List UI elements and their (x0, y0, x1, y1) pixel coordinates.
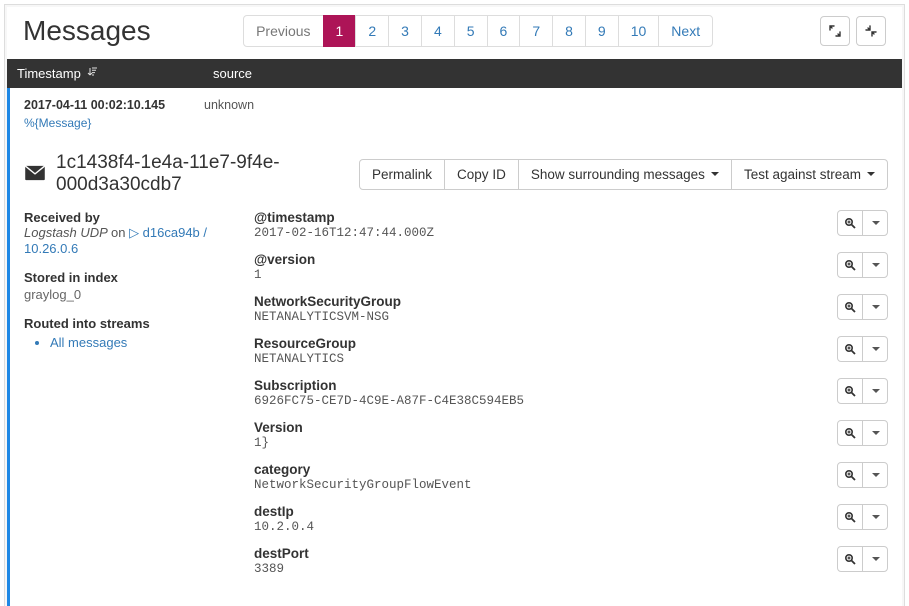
chevron-down-icon (872, 347, 880, 351)
field-value: NETANALYTICS (254, 352, 888, 366)
field-name: destIp (254, 504, 888, 519)
field-name: @version (254, 252, 888, 267)
field-menu-button[interactable] (862, 546, 888, 572)
stream-link[interactable]: All messages (50, 335, 127, 350)
message-row: 2017-04-11 00:02:10.145 unknown %{Messag… (7, 88, 902, 606)
message-source: unknown (204, 98, 254, 112)
chevron-down-icon (872, 557, 880, 561)
field-search-button[interactable] (837, 210, 863, 236)
field-menu-button[interactable] (862, 504, 888, 530)
stored-value: graylog_0 (24, 287, 234, 302)
chevron-down-icon (872, 473, 880, 477)
received-input: Logstash UDP (24, 225, 107, 240)
field-value: 6926FC75-CE7D-4C9E-A87F-C4E38C594EB5 (254, 394, 888, 408)
field-row: destPort3389 (254, 546, 888, 576)
received-on: on (111, 225, 125, 240)
field-value: 3389 (254, 562, 888, 576)
page-6[interactable]: 6 (487, 15, 521, 47)
field-name: NetworkSecurityGroup (254, 294, 888, 309)
field-menu-button[interactable] (862, 420, 888, 446)
page-9[interactable]: 9 (585, 15, 619, 47)
field-value: 1} (254, 436, 888, 450)
field-name: destPort (254, 546, 888, 561)
received-by-label: Received by (24, 210, 234, 225)
expand-icon[interactable] (820, 16, 850, 46)
field-name: @timestamp (254, 210, 888, 225)
streams-label: Routed into streams (24, 316, 234, 331)
field-row: @timestamp2017-02-16T12:47:44.000Z (254, 210, 888, 240)
message-template[interactable]: %{Message} (24, 116, 888, 130)
page-previous[interactable]: Previous (243, 15, 323, 47)
field-menu-button[interactable] (862, 378, 888, 404)
field-search-button[interactable] (837, 294, 863, 320)
page-8[interactable]: 8 (552, 15, 586, 47)
pagination: Previous 1 2 3 4 5 6 7 8 9 10 Next (244, 15, 713, 47)
message-actions: Permalink Copy ID Show surrounding messa… (359, 159, 888, 190)
table-header: Timestamp source (7, 59, 902, 88)
chevron-down-icon (872, 221, 880, 225)
field-name: Version (254, 420, 888, 435)
column-timestamp[interactable]: Timestamp (7, 59, 203, 88)
field-row: @version1 (254, 252, 888, 282)
chevron-down-icon (872, 515, 880, 519)
stored-label: Stored in index (24, 270, 234, 285)
field-row: destIp10.2.0.4 (254, 504, 888, 534)
field-name: ResourceGroup (254, 336, 888, 351)
field-name: Subscription (254, 378, 888, 393)
field-menu-button[interactable] (862, 294, 888, 320)
field-menu-button[interactable] (862, 336, 888, 362)
chevron-down-icon (872, 263, 880, 267)
field-row: Version1} (254, 420, 888, 450)
page-3[interactable]: 3 (388, 15, 422, 47)
collapse-icon[interactable] (856, 16, 886, 46)
column-timestamp-label: Timestamp (17, 66, 81, 81)
message-timestamp: 2017-04-11 00:02:10.145 (24, 98, 204, 112)
chevron-down-icon (872, 389, 880, 393)
field-value: 1 (254, 268, 888, 282)
field-search-button[interactable] (837, 336, 863, 362)
test-stream-button[interactable]: Test against stream (731, 159, 888, 190)
fields-list: @timestamp2017-02-16T12:47:44.000Z @versi… (254, 210, 888, 588)
envelope-icon (24, 165, 46, 184)
field-search-button[interactable] (837, 378, 863, 404)
permalink-button[interactable]: Permalink (359, 159, 445, 190)
field-name: category (254, 462, 888, 477)
surrounding-label: Show surrounding messages (531, 167, 705, 182)
chevron-down-icon (867, 172, 875, 176)
field-row: NetworkSecurityGroupNETANALYTICSVM-NSG (254, 294, 888, 324)
message-id: 1c1438f4-1e4a-11e7-9f4e-000d3a30cdb7 (56, 152, 349, 196)
page-1[interactable]: 1 (323, 15, 357, 47)
field-menu-button[interactable] (862, 252, 888, 278)
test-stream-label: Test against stream (744, 167, 861, 182)
page-2[interactable]: 2 (355, 15, 389, 47)
field-value: 2017-02-16T12:47:44.000Z (254, 226, 888, 240)
field-menu-button[interactable] (862, 462, 888, 488)
page-7[interactable]: 7 (519, 15, 553, 47)
field-search-button[interactable] (837, 462, 863, 488)
field-row: ResourceGroupNETANALYTICS (254, 336, 888, 366)
field-search-button[interactable] (837, 546, 863, 572)
field-menu-button[interactable] (862, 210, 888, 236)
page-10[interactable]: 10 (618, 15, 660, 47)
column-source[interactable]: source (203, 59, 262, 88)
field-value: NetworkSecurityGroupFlowEvent (254, 478, 888, 492)
field-value: NETANALYTICSVM-NSG (254, 310, 888, 324)
sort-desc-icon (87, 67, 97, 80)
chevron-down-icon (872, 431, 880, 435)
page-4[interactable]: 4 (421, 15, 455, 47)
field-search-button[interactable] (837, 420, 863, 446)
chevron-down-icon (872, 305, 880, 309)
page-title: Messages (23, 15, 151, 47)
field-search-button[interactable] (837, 252, 863, 278)
field-row: Subscription6926FC75-CE7D-4C9E-A87F-C4E3… (254, 378, 888, 408)
page-next[interactable]: Next (658, 15, 713, 47)
field-search-button[interactable] (837, 504, 863, 530)
surrounding-button[interactable]: Show surrounding messages (518, 159, 732, 190)
field-row: categoryNetworkSecurityGroupFlowEvent (254, 462, 888, 492)
field-value: 10.2.0.4 (254, 520, 888, 534)
page-5[interactable]: 5 (454, 15, 488, 47)
copy-id-button[interactable]: Copy ID (444, 159, 519, 190)
chevron-down-icon (711, 172, 719, 176)
